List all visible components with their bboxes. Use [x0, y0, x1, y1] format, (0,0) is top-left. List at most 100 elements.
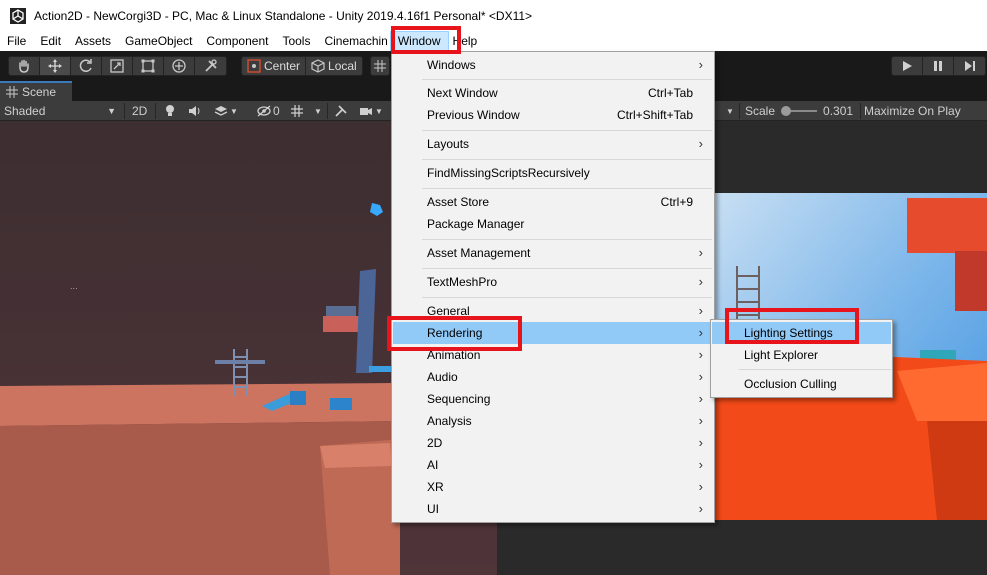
camera-settings-dropdown[interactable]: ▼	[359, 101, 383, 121]
tools-icon	[335, 105, 347, 117]
submenu-divider	[739, 369, 891, 370]
submenu-item-label: Light Explorer	[744, 348, 819, 362]
menu-item-previous-window[interactable]: Previous Window Ctrl+Shift+Tab	[393, 104, 713, 126]
menu-cinemachine[interactable]: Cinemachin	[317, 31, 389, 51]
submenu-item-occlusion-culling[interactable]: Occlusion Culling	[712, 373, 891, 395]
snap-toggle[interactable]	[370, 56, 390, 76]
grid-snap-button[interactable]	[371, 57, 389, 75]
scale-tool-button[interactable]	[102, 57, 133, 75]
hand-tool-button[interactable]	[9, 57, 40, 75]
submenu-arrow-icon: ›	[698, 391, 703, 406]
maximize-on-play-label: Maximize On Play	[864, 104, 961, 118]
move-tool-button[interactable]	[40, 57, 71, 75]
rotate-icon	[79, 59, 92, 72]
menu-edit[interactable]: Edit	[33, 31, 68, 51]
menu-item-label: AI	[427, 458, 439, 472]
maximize-on-play-toggle[interactable]: Maximize On Play	[864, 101, 961, 121]
tab-scene-label: Scene	[22, 85, 57, 99]
menu-item-find-missing-scripts[interactable]: FindMissingScriptsRecursively	[393, 162, 713, 184]
game-scale-slider[interactable]: Scale 0.301	[745, 101, 853, 121]
scale-slider-track[interactable]	[781, 106, 818, 116]
dropdown-arrow-icon: ▼	[230, 106, 238, 116]
submenu-arrow-icon: ›	[698, 369, 703, 384]
submenu-arrow-icon: ›	[698, 57, 703, 72]
annotation-box-rendering	[387, 316, 522, 351]
tools-icon	[204, 59, 217, 72]
menu-item-label: Sequencing	[427, 392, 491, 406]
custom-tool-button[interactable]	[195, 57, 226, 75]
menu-item-asset-store[interactable]: Asset Store Ctrl+9	[393, 191, 713, 213]
annotation-box-window-menu	[391, 26, 461, 54]
submenu-arrow-icon: ›	[698, 274, 703, 289]
menu-item-label: Package Manager	[427, 217, 525, 231]
submenu-arrow-icon: ›	[698, 413, 703, 428]
editor-tools-toggle[interactable]	[334, 101, 348, 121]
menu-item-shortcut: Ctrl+Shift+Tab	[616, 108, 693, 122]
tab-scene[interactable]: Scene	[0, 81, 72, 101]
menu-item-sequencing[interactable]: Sequencing ›	[393, 388, 713, 410]
grid-snap-icon	[374, 60, 386, 72]
shading-mode-dropdown[interactable]: Shaded ▼	[4, 101, 120, 121]
menu-item-2d[interactable]: 2D ›	[393, 432, 713, 454]
menu-divider	[422, 130, 712, 131]
menu-item-xr[interactable]: XR ›	[393, 476, 713, 498]
toggle-2d-button[interactable]: 2D	[132, 101, 147, 121]
menu-item-windows[interactable]: Windows ›	[393, 54, 713, 76]
menu-divider	[422, 268, 712, 269]
effects-dropdown[interactable]: ▼	[214, 101, 238, 121]
menu-item-package-manager[interactable]: Package Manager	[393, 213, 713, 235]
submenu-arrow-icon: ›	[698, 435, 703, 450]
submenu-arrow-icon: ›	[698, 347, 703, 362]
menu-item-label: Previous Window	[427, 108, 520, 122]
menu-item-label: Asset Store	[427, 195, 490, 209]
pause-button[interactable]	[923, 57, 954, 75]
pivot-center-toggle[interactable]: Center	[242, 57, 307, 75]
divider	[327, 103, 328, 119]
menu-item-label: Analysis	[427, 414, 472, 428]
submenu-arrow-icon: ›	[698, 303, 703, 318]
divider	[739, 103, 740, 119]
pivot-local-toggle[interactable]: Local	[306, 57, 362, 75]
rotate-tool-button[interactable]	[71, 57, 102, 75]
menu-item-next-window[interactable]: Next Window Ctrl+Tab	[393, 82, 713, 104]
transform-tool-button[interactable]	[164, 57, 195, 75]
menu-item-label: XR	[427, 480, 444, 494]
menu-item-label: Windows	[427, 58, 476, 72]
lighting-toggle[interactable]	[164, 101, 176, 121]
menu-component[interactable]: Component	[199, 31, 275, 51]
menu-gameobject[interactable]: GameObject	[118, 31, 199, 51]
rect-tool-button[interactable]	[133, 57, 164, 75]
scene-grid-icon	[6, 86, 18, 98]
grid-toggle[interactable]: ▼	[290, 101, 322, 121]
menu-item-label: FindMissingScriptsRecursively	[427, 166, 590, 180]
hidden-objects-toggle[interactable]: 0	[256, 101, 280, 121]
dropdown-arrow-icon: ▼	[107, 106, 116, 116]
scale-slider-thumb[interactable]	[781, 106, 792, 116]
aspect-dropdown-arrow[interactable]: ▼	[726, 101, 734, 121]
menu-item-analysis[interactable]: Analysis ›	[393, 410, 713, 432]
pivot-local-label: Local	[328, 59, 357, 73]
menu-assets[interactable]: Assets	[68, 31, 118, 51]
menu-item-ai[interactable]: AI ›	[393, 454, 713, 476]
submenu-item-light-explorer[interactable]: Light Explorer	[712, 344, 891, 366]
menu-divider	[422, 239, 712, 240]
menu-file[interactable]: File	[0, 31, 33, 51]
menu-tools[interactable]: Tools	[275, 31, 317, 51]
menu-item-textmeshpro[interactable]: TextMeshPro ›	[393, 271, 713, 293]
step-button[interactable]	[954, 57, 985, 75]
pivot-center-label: Center	[264, 59, 301, 73]
menu-item-label: Layouts	[427, 137, 470, 151]
menu-item-label: Audio	[427, 370, 458, 384]
transform-gizmo-icon	[172, 59, 186, 73]
scale-value: 0.301	[823, 104, 854, 118]
menu-item-shortcut: Ctrl+9	[660, 195, 693, 209]
menu-item-label: Next Window	[427, 86, 498, 100]
toggle-2d-label: 2D	[132, 104, 148, 118]
menu-item-layouts[interactable]: Layouts ›	[393, 133, 713, 155]
audio-toggle[interactable]	[188, 101, 202, 121]
menu-item-ui[interactable]: UI ›	[393, 498, 713, 520]
play-button[interactable]	[892, 57, 923, 75]
menu-item-audio[interactable]: Audio ›	[393, 366, 713, 388]
play-icon	[903, 61, 912, 71]
menu-item-asset-management[interactable]: Asset Management ›	[393, 242, 713, 264]
